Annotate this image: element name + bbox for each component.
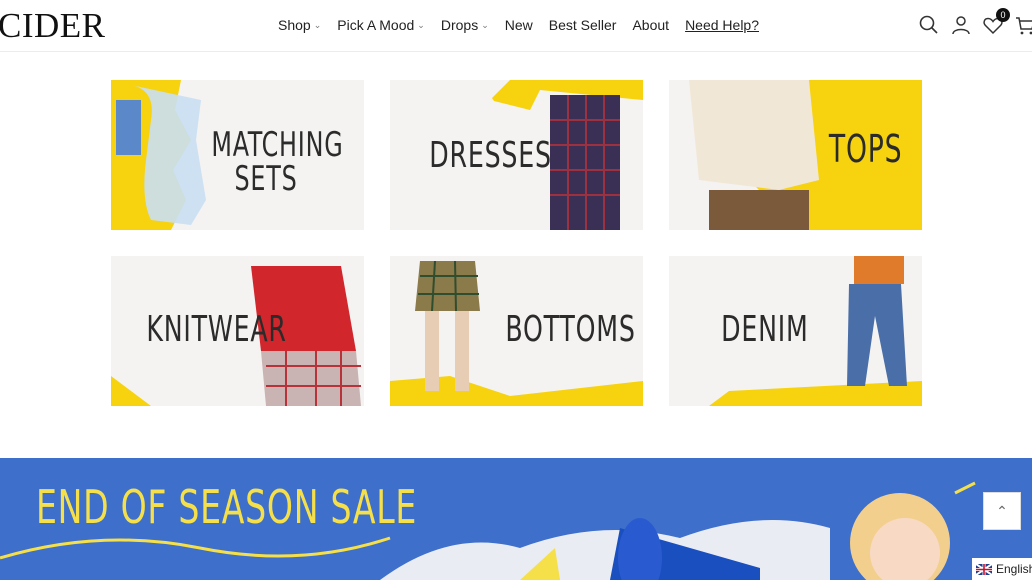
nav-item-new[interactable]: New [505,17,533,33]
nav-item-label: Pick A Mood [337,17,415,33]
nav-item-pick-a-mood[interactable]: Pick A Mood ⌄ [337,17,425,33]
nav-item-label: New [504,17,533,33]
nav-item-label: About [632,17,670,33]
category-label-line1: KNITWEAR [146,309,287,350]
category-label-line1: BOTTOMS [505,309,636,350]
category-label-line1: MATCHING [211,125,344,165]
category-tile-denim[interactable]: DENIM [669,256,922,406]
category-label: DENIM [721,309,809,350]
category-label: MATCHING SETS [211,125,344,199]
category-tile-knitwear[interactable]: KNITWEAR [111,256,364,406]
nav-item-need-help[interactable]: Need Help? [685,17,759,33]
user-icon[interactable] [950,14,972,36]
heart-icon[interactable]: 0 [982,8,1010,36]
wishlist-count-badge: 0 [996,8,1010,22]
category-tile-tops[interactable]: TOPS [669,80,922,230]
language-selector[interactable]: English [972,558,1032,580]
chevron-down-icon: ⌄ [313,20,322,30]
category-label-line1: DENIM [721,309,809,350]
nav-item-label: Drops [440,17,479,33]
nav-item-best-seller[interactable]: Best Seller [549,17,617,33]
category-tile-matching-sets[interactable]: MATCHING SETS [111,80,364,230]
category-label: BOTTOMS [505,309,636,350]
category-label-line1: TOPS [828,127,903,171]
search-icon[interactable] [918,14,940,36]
brand-logo[interactable]: CIDER [0,6,106,46]
sale-banner[interactable]: END OF SEASON SALE [0,458,1032,580]
category-label-line2: SETS [234,159,298,199]
category-tile-bottoms[interactable]: BOTTOMS [390,256,643,406]
cart-icon[interactable] [1014,14,1032,36]
category-label: DRESSES [429,135,552,176]
chevron-down-icon: ⌄ [481,20,489,30]
nav-item-label: Best Seller [548,17,617,33]
category-label: KNITWEAR [146,309,287,350]
language-label: English [996,562,1032,576]
nav-item-about[interactable]: About [632,17,669,33]
main-nav: Shop ⌄ Pick A Mood ⌄ Drops ⌄ New Best Se… [278,17,775,33]
uk-flag-icon [975,562,993,576]
category-label: TOPS [828,127,903,171]
nav-item-label: Shop [278,17,311,33]
nav-item-drops[interactable]: Drops ⌄ [441,17,489,33]
site-header: CIDER Shop ⌄ Pick A Mood ⌄ Drops ⌄ New B… [0,0,1032,52]
category-tile-dresses[interactable]: DRESSES [390,80,643,230]
chevron-down-icon: ⌄ [417,20,425,30]
category-label-line1: DRESSES [429,135,552,176]
chevron-up-icon: ⌃ [996,502,1008,519]
header-icons: 0 [918,8,1032,36]
scroll-to-top-button[interactable]: ⌃ [983,492,1021,530]
banner-graphic [0,481,976,580]
nav-item-shop[interactable]: Shop ⌄ [278,17,321,33]
